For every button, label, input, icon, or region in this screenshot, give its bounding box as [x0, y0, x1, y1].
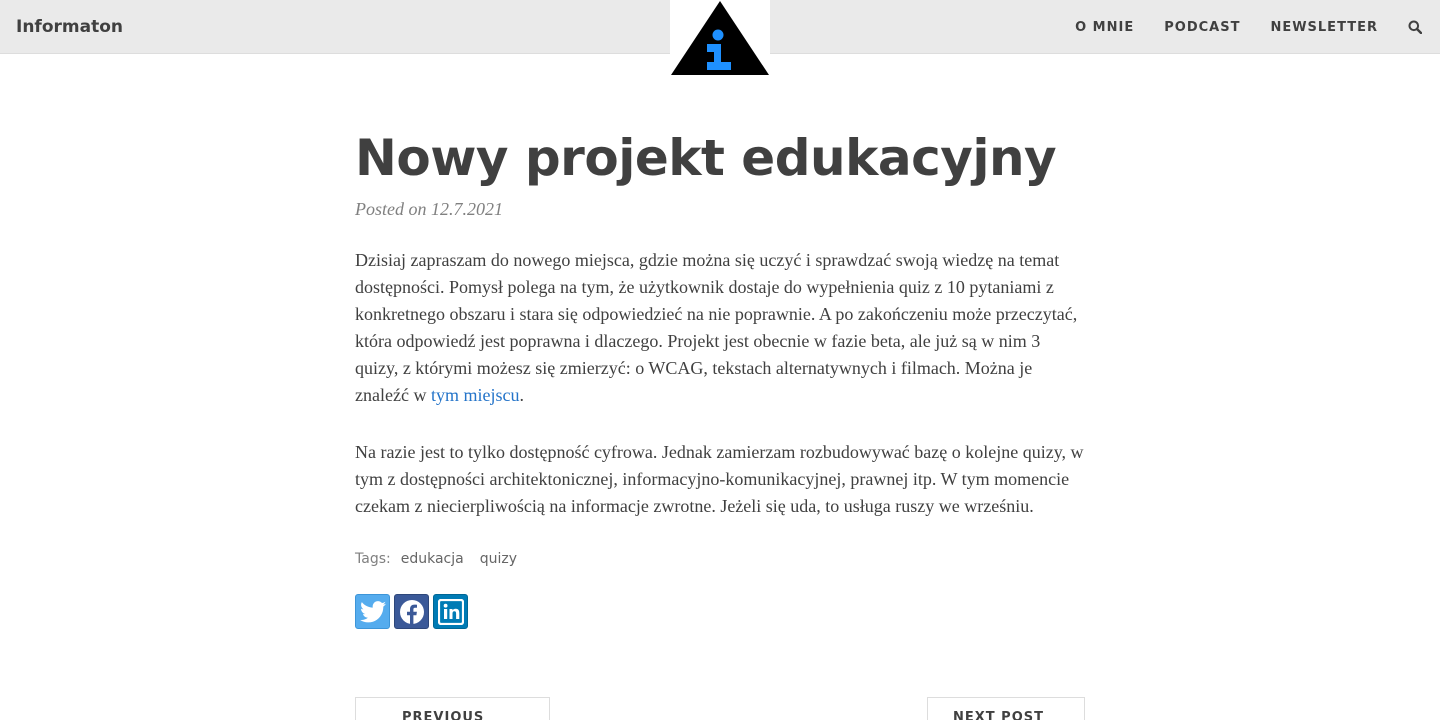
- navbar: Informaton O MNIE PODCAST NEWSLETTER: [0, 0, 1440, 76]
- post-paragraph: Dzisiaj zapraszam do nowego miejsca, gdz…: [355, 247, 1085, 409]
- share-buttons: [355, 594, 1085, 629]
- previous-post-button[interactable]: PREVIOUS POST: [355, 697, 550, 720]
- quiz-link[interactable]: tym miejscu: [431, 385, 520, 405]
- paragraph-text: Dzisiaj zapraszam do nowego miejsca, gdz…: [355, 250, 1078, 405]
- share-linkedin-button[interactable]: [433, 594, 468, 629]
- paragraph-end: .: [519, 385, 524, 405]
- blog-post: Nowy projekt edukacyjny Posted on 12.7.2…: [355, 128, 1085, 629]
- main-nav: O MNIE PODCAST NEWSLETTER: [1075, 0, 1440, 54]
- tag-quizy[interactable]: quizy: [480, 551, 517, 567]
- nav-link-o-mnie[interactable]: O MNIE: [1075, 20, 1134, 35]
- post-tags: Tags: edukacja quizy: [355, 551, 1085, 567]
- next-post-button[interactable]: NEXT POST: [927, 697, 1085, 720]
- facebook-icon: [399, 599, 424, 624]
- post-body: Dzisiaj zapraszam do nowego miejsca, gdz…: [355, 247, 1085, 520]
- post-paragraph: Na razie jest to tylko dostępność cyfrow…: [355, 442, 1084, 516]
- info-triangle-logo-icon: [671, 1, 769, 75]
- tags-label: Tags:: [355, 551, 391, 567]
- share-facebook-button[interactable]: [394, 594, 429, 629]
- site-logo[interactable]: [670, 0, 770, 76]
- search-icon: [1408, 20, 1422, 34]
- share-twitter-button[interactable]: [355, 594, 390, 629]
- search-button[interactable]: [1408, 20, 1422, 34]
- nav-link-newsletter[interactable]: NEWSLETTER: [1270, 20, 1378, 35]
- site-brand-link[interactable]: Informaton: [16, 0, 123, 54]
- nav-link-podcast[interactable]: PODCAST: [1164, 20, 1240, 35]
- tag-edukacja[interactable]: edukacja: [401, 551, 464, 567]
- post-date: Posted on 12.7.2021: [355, 199, 503, 219]
- post-title: Nowy projekt edukacyjny: [355, 129, 1057, 187]
- twitter-icon: [359, 600, 386, 622]
- linkedin-icon: [437, 598, 464, 625]
